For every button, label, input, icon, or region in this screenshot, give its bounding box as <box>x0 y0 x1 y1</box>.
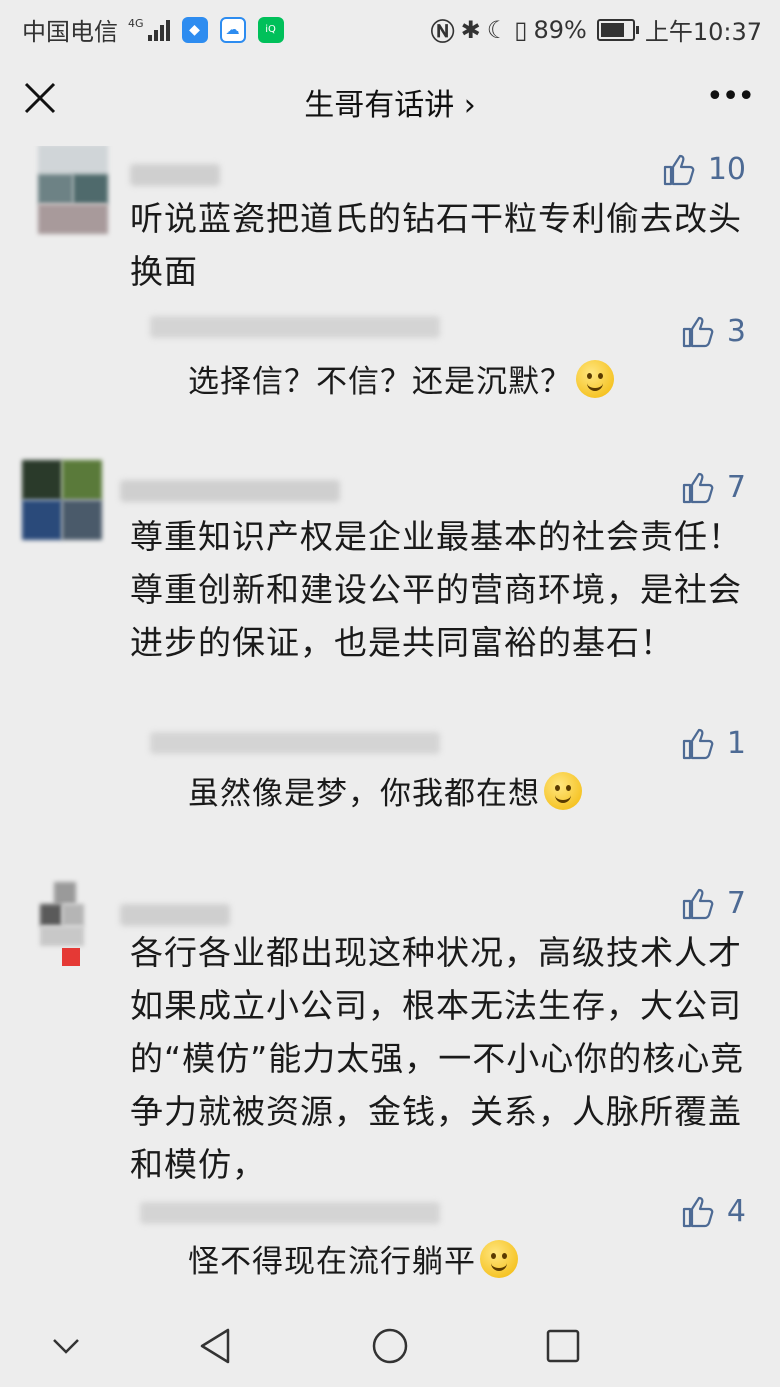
username-blurred <box>120 904 230 926</box>
reply-item: 4 怪不得现在流行躺平 <box>0 1190 780 1300</box>
like-button[interactable]: 7 <box>681 470 746 505</box>
thumb-up-icon <box>682 316 714 347</box>
avatar[interactable] <box>38 146 108 234</box>
thumb-up-icon <box>663 154 695 185</box>
thumb-up-icon <box>682 888 714 919</box>
comment-item: 7 各行各业都出现这种状况，高级技术人才如果成立小公司，根本无法生存，大公司的“… <box>0 874 780 1184</box>
reply-text: 虽然像是梦，你我都在想 <box>188 768 728 821</box>
username-blurred <box>140 1202 440 1224</box>
reply-text: 怪不得现在流行躺平 <box>188 1236 728 1289</box>
reply-text-content: 怪不得现在流行躺平 <box>188 1244 476 1280</box>
reply-text: 选择信？不信？还是沉默？ <box>188 356 728 409</box>
sleepy-emoji-icon <box>480 1240 518 1278</box>
like-button[interactable]: 7 <box>681 886 746 921</box>
thumb-up-icon <box>682 728 714 759</box>
thinking-emoji-icon <box>576 360 614 398</box>
title-bar: 生哥有话讲 › ••• <box>0 54 780 146</box>
nfc-icon: Ⓝ <box>430 18 455 46</box>
collapse-icon[interactable] <box>44 1324 88 1368</box>
more-icon[interactable]: ••• <box>706 82 755 112</box>
thumb-up-icon <box>682 1196 714 1227</box>
smile-emoji-icon <box>544 772 582 810</box>
reply-item: 1 虽然像是梦，你我都在想 <box>0 722 780 832</box>
iqiyi-app-icon: iQ <box>257 16 284 43</box>
username-blurred <box>130 164 220 186</box>
comment-text: 尊重知识产权是企业最基本的社会责任！尊重创新和建设公平的营商环境，是社会进步的保… <box>130 517 742 662</box>
like-count: 1 <box>726 726 746 761</box>
username-blurred <box>150 316 440 338</box>
vibrate-icon: ▯ <box>514 15 528 44</box>
comment-item: 7 尊重知识产权是企业最基本的社会责任！尊重创新和建设公平的营商环境，是社会进步… <box>0 458 780 718</box>
like-button[interactable]: 1 <box>681 726 746 761</box>
comment-text: 各行各业都出现这种状况，高级技术人才如果成立小公司，根本无法生存，大公司的“模仿… <box>130 933 745 1184</box>
system-nav-bar <box>0 1304 780 1387</box>
avatar[interactable] <box>40 882 102 966</box>
signal-icon: 4G <box>128 16 170 41</box>
back-icon[interactable] <box>194 1324 238 1368</box>
like-count: 4 <box>726 1194 746 1229</box>
like-count: 3 <box>726 314 746 349</box>
battery-percent: 89% <box>533 15 587 44</box>
reply-text-content: 选择信？不信？还是沉默？ <box>188 364 572 400</box>
comment-item: 10 听说蓝瓷把道氏的钻石干粒专利偷去改头换面 <box>0 146 780 296</box>
clock: 上午10:37 <box>644 18 762 46</box>
username-blurred <box>120 480 340 502</box>
bluetooth-icon: ✱ <box>460 15 481 44</box>
like-button[interactable]: 3 <box>681 314 746 349</box>
battery-icon <box>596 18 639 41</box>
like-count: 10 <box>707 152 746 187</box>
thumb-up-icon <box>682 472 714 503</box>
home-icon[interactable] <box>368 1324 412 1368</box>
moon-icon: ☾ <box>486 15 509 44</box>
reply-item: 3 选择信？不信？还是沉默？ <box>0 306 780 416</box>
cloud-app-icon: ☁ <box>219 16 246 43</box>
shield-app-icon: ◆ <box>181 16 208 43</box>
page-title[interactable]: 生哥有话讲 › <box>0 80 780 124</box>
status-bar: 中国电信 4G ◆ ☁ iQ Ⓝ ✱ ☾ ▯ 89% 上午10:37 <box>0 0 780 54</box>
username-blurred <box>150 732 440 754</box>
comment-list[interactable]: 10 听说蓝瓷把道氏的钻石干粒专利偷去改头换面 3 选择信？不信？还是沉默？ 7… <box>0 146 780 1304</box>
recents-icon[interactable] <box>541 1324 585 1368</box>
like-button[interactable]: 10 <box>662 152 746 187</box>
network-type: 4G <box>128 16 144 30</box>
reply-text-content: 虽然像是梦，你我都在想 <box>188 776 540 812</box>
like-count: 7 <box>726 470 746 505</box>
like-button[interactable]: 4 <box>681 1194 746 1229</box>
comment-text: 听说蓝瓷把道氏的钻石干粒专利偷去改头换面 <box>130 199 742 291</box>
like-count: 7 <box>726 886 746 921</box>
avatar[interactable] <box>22 460 102 540</box>
carrier-label: 中国电信 <box>22 18 118 46</box>
